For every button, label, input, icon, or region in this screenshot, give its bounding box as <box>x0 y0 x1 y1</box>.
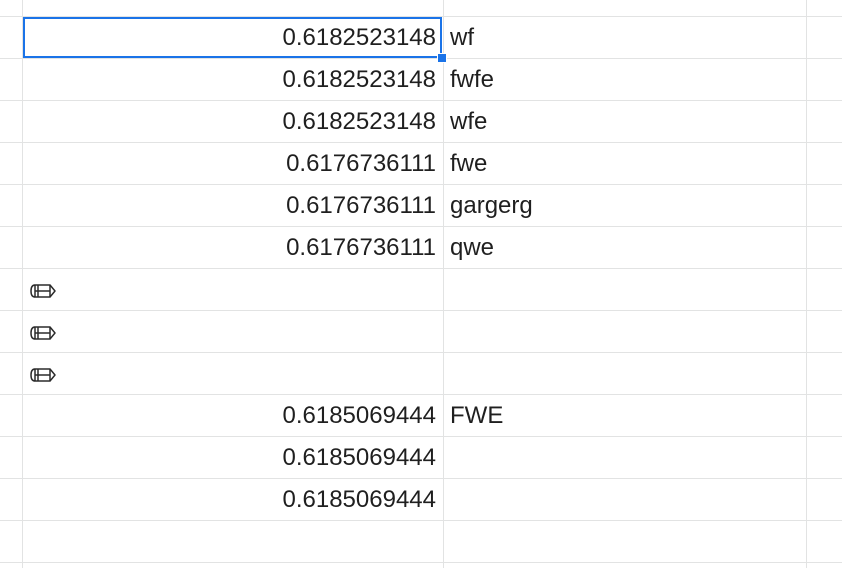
cell-a6[interactable]: 0.6176736111 <box>24 227 443 268</box>
pencil-icon[interactable] <box>30 324 56 342</box>
cell-b5[interactable]: gargerg <box>444 185 806 226</box>
column-divider <box>22 0 23 568</box>
fill-handle[interactable] <box>437 53 447 63</box>
cell-b6[interactable]: qwe <box>444 227 806 268</box>
cell-b4[interactable]: fwe <box>444 143 806 184</box>
cell-b12[interactable] <box>444 479 806 520</box>
cell-a10[interactable]: 0.6185069444 <box>24 395 443 436</box>
cell-a13[interactable] <box>24 521 443 562</box>
cell-a3[interactable]: 0.6182523148 <box>24 101 443 142</box>
cell-b8[interactable] <box>444 311 806 352</box>
pencil-icon[interactable] <box>30 366 56 384</box>
cell-a2[interactable]: 0.6182523148 <box>24 59 443 100</box>
cell-a12[interactable]: 0.6185069444 <box>24 479 443 520</box>
cell-a11[interactable]: 0.6185069444 <box>24 437 443 478</box>
cell-b13[interactable] <box>444 521 806 562</box>
cell-b10[interactable]: FWE <box>444 395 806 436</box>
cell-b2[interactable]: fwfe <box>444 59 806 100</box>
column-divider <box>806 0 807 568</box>
cell-a1[interactable]: 0.6182523148 <box>24 17 443 58</box>
cell-a9[interactable] <box>24 353 443 394</box>
cell-b1[interactable]: wf <box>444 17 806 58</box>
cell-b9[interactable] <box>444 353 806 394</box>
cell-a7[interactable] <box>24 269 443 310</box>
spreadsheet-grid: 0.6182523148 wf 0.6182523148 fwfe 0.6182… <box>0 0 842 568</box>
pencil-icon[interactable] <box>30 282 56 300</box>
cell-a8[interactable] <box>24 311 443 352</box>
cell-b3[interactable]: wfe <box>444 101 806 142</box>
cell-b11[interactable] <box>444 437 806 478</box>
cell-a4[interactable]: 0.6176736111 <box>24 143 443 184</box>
cell-b7[interactable] <box>444 269 806 310</box>
row-divider <box>0 562 842 563</box>
cell-a5[interactable]: 0.6176736111 <box>24 185 443 226</box>
